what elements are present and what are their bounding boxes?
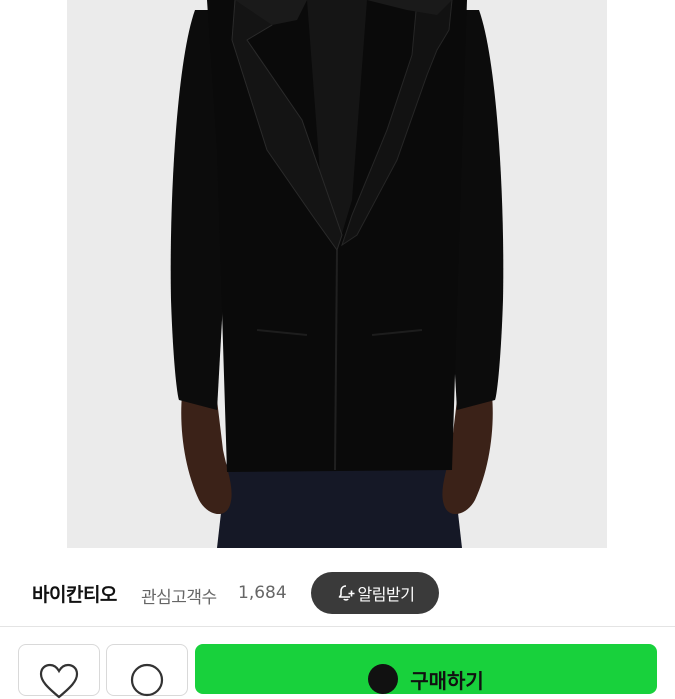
store-name[interactable]: 바이칸티오 — [32, 580, 117, 607]
buy-button[interactable]: 구매하기 — [195, 644, 657, 694]
heart-icon — [39, 663, 79, 699]
chat-bubble-icon — [130, 663, 164, 697]
buy-button-label: 구매하기 — [410, 668, 484, 693]
like-button[interactable] — [18, 644, 100, 699]
notify-button-label: 알림받기 — [357, 585, 415, 604]
follower-count: 1,684 — [238, 583, 287, 603]
product-photo — [170, 0, 504, 548]
buy-icon — [368, 664, 399, 694]
chat-button[interactable] — [106, 644, 188, 697]
bell-plus-icon — [338, 585, 355, 601]
divider — [0, 626, 675, 627]
follower-label: 관심고객수 — [141, 588, 217, 608]
product-image-area[interactable] — [0, 0, 675, 557]
notify-button[interactable]: 알림받기 — [311, 572, 439, 614]
